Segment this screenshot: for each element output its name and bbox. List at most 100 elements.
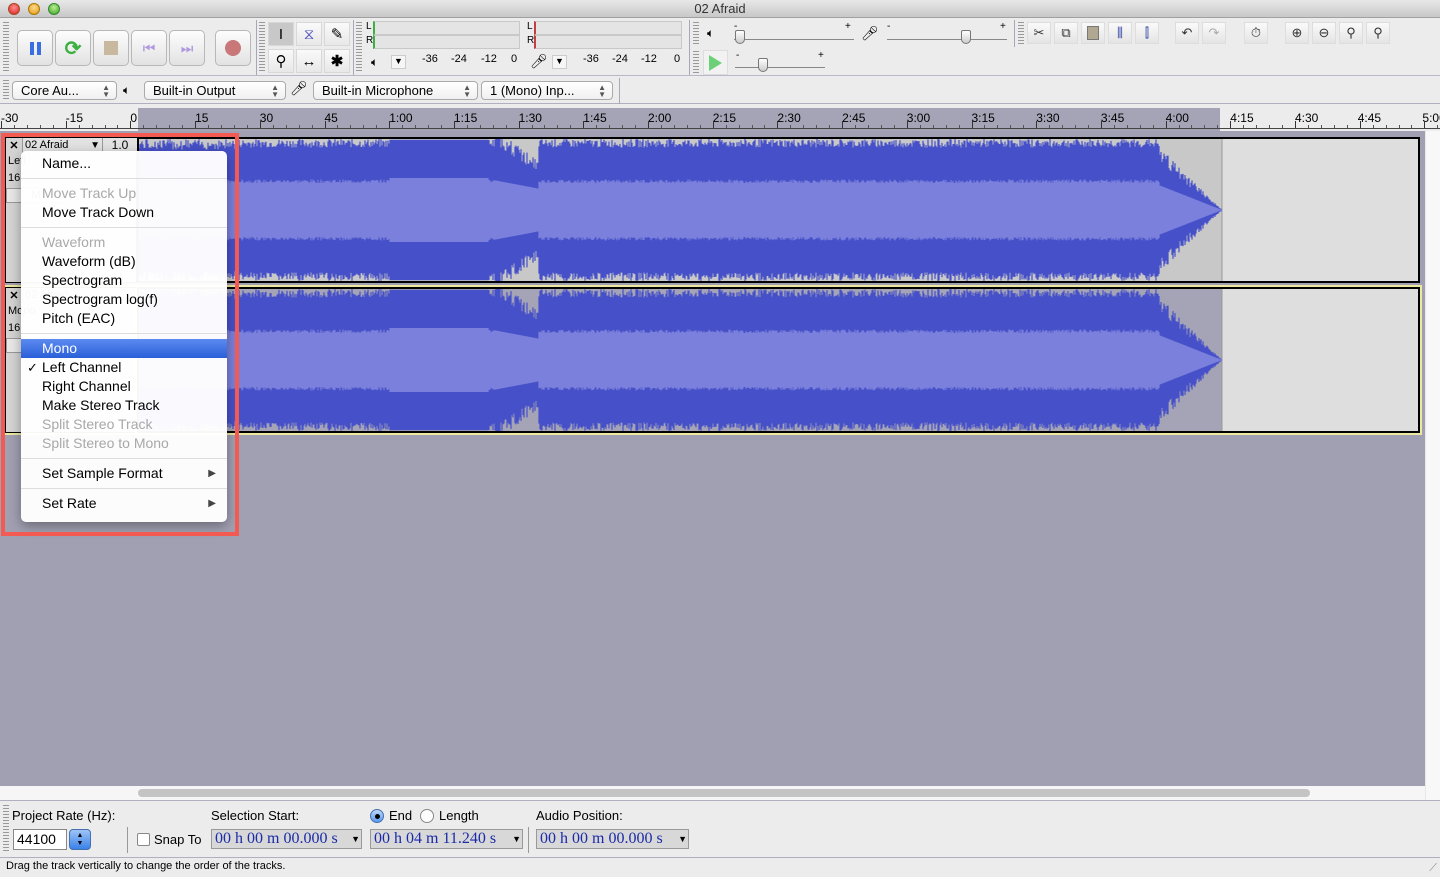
record-button[interactable] (215, 30, 251, 66)
fit-project-button[interactable]: ⚲ (1366, 22, 1390, 44)
project-rate-input[interactable]: 44100 (13, 829, 67, 850)
track-close-button[interactable]: ✕ (7, 139, 21, 153)
microphone-icon: 🎤︎ (530, 53, 548, 69)
selection-tool[interactable]: I (268, 22, 294, 46)
play-speed-slider[interactable] (758, 58, 768, 72)
playback-meter-right[interactable] (373, 35, 520, 49)
cut-button[interactable]: ✂ (1027, 22, 1051, 44)
window-minimize-button[interactable] (28, 3, 40, 15)
sync-lock-button[interactable]: ⏱ (1244, 22, 1268, 44)
input-volume-min: - (887, 21, 891, 32)
resize-grip-icon[interactable]: ⟋ (1429, 860, 1437, 877)
menu-item-make-stereo-track[interactable]: Make Stereo Track (21, 396, 227, 415)
input-volume-track[interactable] (887, 39, 1007, 40)
menu-item-set-sample-format[interactable]: Set Sample Format ▶ (21, 464, 227, 483)
radio-dot (374, 813, 380, 819)
ruler-tick-label: 4:00 (1165, 111, 1189, 125)
pause-button[interactable] (17, 30, 53, 66)
fit-selection-button[interactable]: ⚲ (1339, 22, 1363, 44)
menu-item-pitch-eac[interactable]: Pitch (EAC) (21, 309, 227, 328)
end-radio[interactable] (370, 809, 384, 823)
dropdown-arrow-icon: ▼ (512, 834, 521, 844)
stop-button[interactable] (93, 30, 129, 66)
menu-item-waveform-db[interactable]: Waveform (dB) (21, 252, 227, 271)
timeshift-tool[interactable]: ↔ (296, 49, 322, 73)
output-device-select[interactable]: Built-in Output ▲ ▼ (144, 81, 286, 100)
track-waveform[interactable] (137, 137, 1420, 283)
input-volume-slider[interactable] (961, 30, 971, 44)
selection-grip[interactable] (3, 805, 9, 853)
vertical-scrollbar-track[interactable] (1425, 131, 1440, 800)
loop-button[interactable]: ⟳ (55, 30, 91, 66)
window-zoom-button[interactable] (48, 3, 60, 15)
zoom-in-button[interactable]: ⊕ (1285, 22, 1309, 44)
menu-item-spectrogram-log-f[interactable]: Spectrogram log(f) (21, 290, 227, 309)
output-volume-track[interactable] (734, 39, 854, 40)
menu-item-move-track-down[interactable]: Move Track Down (21, 203, 227, 222)
menu-item-spectrogram[interactable]: Spectrogram (21, 271, 227, 290)
tools-grip[interactable] (259, 22, 265, 73)
selection-end-time[interactable]: 00 h 04 m 11.240 s ▼ (370, 829, 523, 849)
selection-start-value: 00 h 00 m 00.000 s (215, 830, 338, 847)
menu-item-set-rate[interactable]: Set Rate ▶ (21, 494, 227, 513)
edit-grip[interactable] (1018, 22, 1024, 46)
copy-button[interactable]: ⧉ (1054, 22, 1078, 44)
undo-button[interactable]: ↶ (1175, 22, 1199, 44)
input-device-select[interactable]: Built-in Microphone ▲ ▼ (313, 81, 478, 100)
play-speed-grip[interactable] (693, 51, 699, 73)
menu-item-label: Name... (42, 155, 92, 171)
silence-button[interactable]: ⫿ (1135, 22, 1159, 44)
play-at-speed-button[interactable] (703, 50, 728, 75)
menu-item-label: Spectrogram log(f) (42, 291, 158, 307)
device-grip[interactable] (3, 80, 9, 100)
input-channels-select[interactable]: 1 (Mono) Inp... ▲ ▼ (481, 81, 613, 100)
audio-position-time[interactable]: 00 h 00 m 00.000 s ▼ (536, 829, 689, 849)
menu-item-right-channel[interactable]: Right Channel (21, 377, 227, 396)
draw-tool[interactable]: ✎ (324, 22, 350, 46)
selection-start-time[interactable]: 00 h 00 m 00.000 s ▼ (211, 829, 362, 849)
playback-meter-left[interactable] (373, 21, 520, 35)
audio-host-select[interactable]: Core Au... ▲ ▼ (12, 81, 117, 100)
snap-to-checkbox[interactable] (137, 833, 150, 846)
skip-to-end-button[interactable]: ⏭ (169, 30, 205, 66)
ruler-major-tick (389, 121, 391, 128)
ruler-baseline (0, 128, 1440, 129)
menu-item-label: Waveform (dB) (42, 253, 136, 269)
trim-button[interactable]: ⫼ (1108, 22, 1132, 44)
timeline-ruler[interactable]: -30 -15 0 15 30 45 1:00 1:15 1:30 1:45 2:00 2:15 2:3… (0, 108, 1440, 131)
mixer-grip[interactable] (693, 22, 699, 46)
play-speed-track[interactable] (735, 67, 825, 68)
meter-grip[interactable] (356, 22, 362, 73)
menu-item-mono[interactable]: Mono (21, 339, 227, 358)
multi-tool[interactable]: ✱ (324, 49, 350, 73)
track-close-button[interactable]: ✕ (7, 289, 21, 303)
window-close-button[interactable] (8, 3, 20, 15)
record-meter-left[interactable] (534, 21, 682, 35)
transport-grip[interactable] (3, 22, 9, 73)
output-volume-slider[interactable] (735, 30, 745, 44)
menu-item-name[interactable]: Name... (21, 154, 227, 173)
speaker-icon: 🔈︎ (371, 55, 379, 69)
redo-icon: ↷ (1208, 25, 1220, 40)
redo-button[interactable]: ↷ (1202, 22, 1226, 44)
menu-item-label: Left Channel (42, 359, 122, 375)
record-meter-right[interactable] (534, 35, 682, 49)
stopwatch-icon: ⏱ (1250, 25, 1262, 40)
paste-button[interactable] (1081, 22, 1105, 44)
menu-item-left-channel[interactable]: ✓ Left Channel (21, 358, 227, 377)
length-radio[interactable] (420, 809, 434, 823)
submenu-arrow-icon: ▶ (208, 468, 216, 479)
project-rate-stepper[interactable]: ▲ ▼ (69, 829, 91, 850)
horizontal-scrollbar-thumb[interactable] (138, 789, 1310, 797)
ruler-tick-label: 30 (259, 111, 274, 125)
skip-to-start-button[interactable]: ⏮ (131, 30, 167, 66)
ruler-tick-label: 1:45 (583, 111, 607, 125)
zoom-tool[interactable]: ⚲ (268, 49, 294, 73)
track-waveform-selected[interactable] (135, 285, 1422, 435)
zoom-out-button[interactable]: ⊖ (1312, 22, 1336, 44)
playback-meter-dropdown[interactable]: ▼ (391, 55, 406, 69)
envelope-tool[interactable]: ⧖ (296, 22, 322, 46)
record-meter-dropdown[interactable]: ▼ (552, 55, 567, 69)
menu-separator (21, 488, 227, 489)
ruler-tick-label: 45 (324, 111, 338, 125)
